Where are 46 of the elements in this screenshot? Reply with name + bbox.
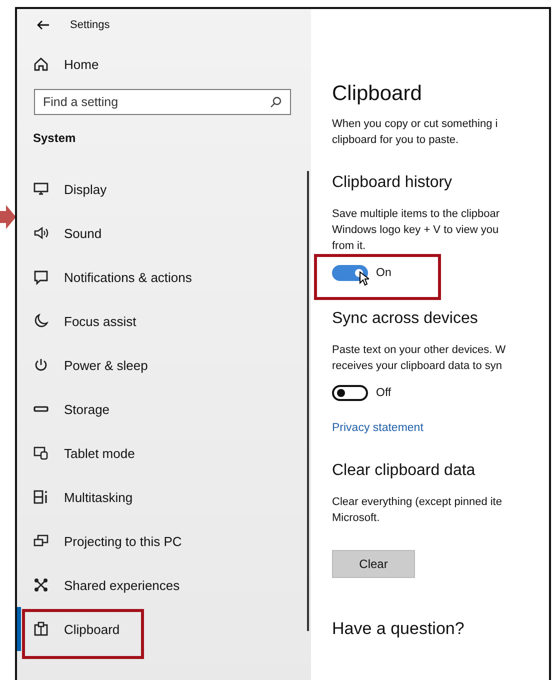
speaker-icon — [33, 225, 49, 241]
clipboard-icon — [33, 621, 49, 637]
page-title: Clipboard — [332, 81, 423, 107]
window-title: Settings — [70, 19, 110, 31]
section-heading: Sync across devices — [332, 309, 479, 329]
sidebar-item[interactable]: Display — [17, 167, 311, 211]
sidebar-item[interactable]: Power & sleep — [17, 343, 311, 387]
back-arrow-icon[interactable] — [37, 20, 49, 30]
sidebar-item[interactable]: Storage — [17, 387, 311, 431]
toggle-switch[interactable] — [332, 265, 368, 281]
description-text: Save multiple items to the clipboar Windows logo key + V to view you from it. — [332, 207, 501, 254]
power-icon — [33, 357, 49, 373]
clear-button[interactable]: Clear — [332, 550, 415, 578]
sidebar-item[interactable]: Projecting to this PC — [17, 519, 311, 563]
section-heading: Have a question? — [332, 618, 466, 640]
toggle-state-label: Off — [376, 387, 392, 399]
description-text: When you copy or cut something i clipboard for you to paste. — [332, 117, 499, 148]
toggle-state-label: On — [376, 267, 392, 279]
section-heading: Clipboard history — [332, 173, 454, 193]
section-heading: System — [32, 131, 77, 145]
cursor-icon — [359, 271, 369, 286]
search-icon — [270, 96, 282, 108]
scrollbar[interactable] — [307, 171, 309, 631]
section-heading: Clear clipboard data — [332, 461, 476, 481]
toggle-switch[interactable] — [332, 385, 368, 401]
tablet-icon — [33, 445, 49, 461]
description-text: Clear everything (except pinned ite Microsoft. — [332, 495, 503, 526]
message-icon — [33, 269, 49, 285]
search-field[interactable]: Find a setting — [34, 89, 291, 115]
sidebar-item[interactable]: Tablet mode — [17, 431, 311, 475]
sidebar-item[interactable]: Sound — [17, 211, 311, 255]
share-icon — [33, 577, 49, 593]
sidebar-item[interactable]: Shared experiences — [17, 563, 311, 607]
home-icon — [33, 56, 49, 72]
monitor-icon — [33, 181, 49, 197]
moon-icon — [33, 313, 49, 329]
home-link[interactable]: Home — [64, 56, 99, 72]
sidebar-item[interactable]: Focus assist — [17, 299, 311, 343]
windows-icon — [33, 489, 49, 505]
annotation-arrow — [0, 205, 16, 229]
screens-icon — [33, 533, 49, 549]
sidebar-item[interactable]: Notifications & actions — [17, 255, 311, 299]
privacy-link[interactable]: Privacy statement — [332, 422, 424, 434]
description-text: Paste text on your other devices. W receives your clipboard data to syn — [332, 343, 507, 374]
sidebar-item[interactable]: Clipboard — [17, 607, 311, 651]
sidebar-item[interactable]: Multitasking — [17, 475, 311, 519]
